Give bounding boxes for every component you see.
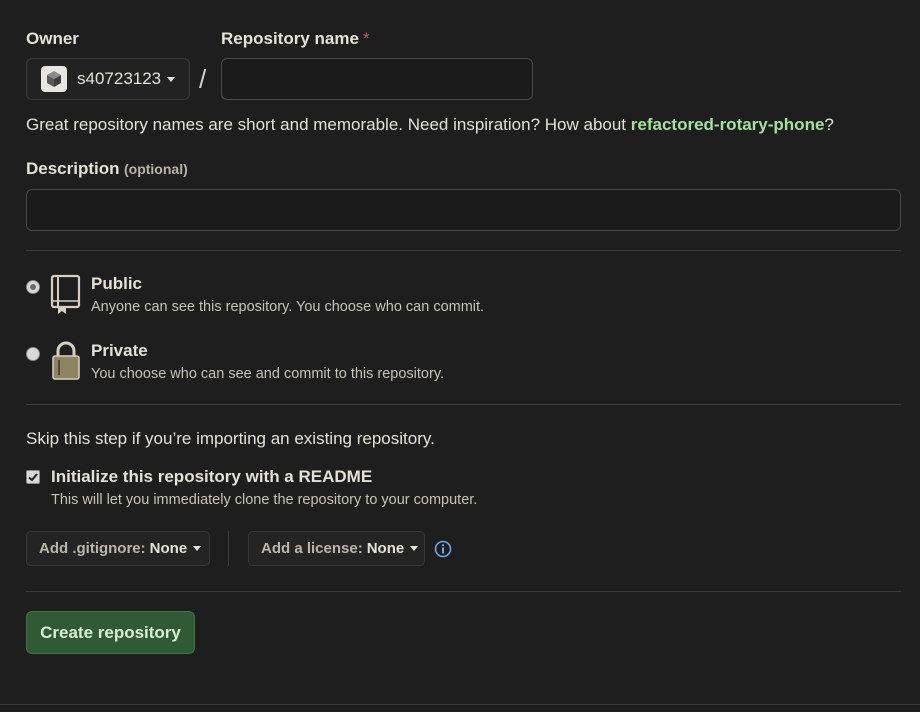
private-radio[interactable] [26, 347, 40, 361]
cube-avatar-icon [47, 71, 61, 87]
private-description: You choose who can see and commit to thi… [91, 366, 445, 382]
caret-down-icon [410, 546, 419, 551]
caret-down-icon [193, 546, 202, 551]
description-label: Description (optional) [26, 159, 188, 179]
repo-name-hint: Great repository names are short and mem… [26, 115, 834, 135]
private-title: Private [91, 341, 148, 360]
license-label: Add a license: [261, 540, 363, 557]
readme-title: Initialize this repository with a README [51, 467, 373, 486]
description-input[interactable] [26, 189, 901, 231]
repo-book-icon [50, 274, 81, 314]
divider [26, 250, 901, 251]
checkmark-icon [28, 473, 38, 482]
owner-select-button[interactable]: s40723123 [26, 58, 190, 100]
public-title: Public [91, 274, 143, 293]
public-description: Anyone can see this repository. You choo… [91, 299, 485, 315]
hint-text: Great repository names are short and mem… [26, 115, 631, 134]
owner-name: s40723123 [77, 69, 162, 88]
readme-checkbox[interactable] [26, 470, 40, 484]
divider [26, 404, 901, 405]
hint-suffix: ? [824, 115, 834, 134]
repo-name-label: Repository name * [221, 29, 370, 49]
create-repository-button[interactable]: Create repository [26, 611, 195, 654]
avatar [41, 66, 67, 92]
gitignore-dropdown[interactable]: Add .gitignore: None [26, 531, 210, 566]
license-dropdown[interactable]: Add a license: None [248, 531, 425, 566]
divider [26, 591, 901, 592]
info-icon[interactable] [434, 540, 452, 558]
owner-label: Owner [26, 29, 79, 48]
description-label-text: Description [26, 159, 120, 178]
gitignore-value: None [149, 540, 188, 557]
license-value: None [366, 540, 405, 557]
caret-down-icon [167, 76, 176, 82]
skip-step-text: Skip this step if you’re importing an ex… [26, 429, 435, 448]
lock-icon [52, 341, 80, 380]
public-radio[interactable] [26, 280, 40, 294]
gitignore-label: Add .gitignore: [39, 540, 146, 557]
owner-repo-separator: / [199, 64, 207, 94]
repo-name-label-text: Repository name [221, 29, 359, 48]
vertical-divider [228, 531, 229, 566]
readme-description: This will let you immediately clone the … [51, 492, 478, 508]
name-suggestion-link[interactable]: refactored-rotary-phone [631, 115, 825, 134]
required-marker: * [362, 29, 370, 48]
repo-name-input[interactable] [221, 58, 533, 100]
footer-divider [0, 704, 920, 705]
optional-tag: (optional) [123, 161, 188, 177]
